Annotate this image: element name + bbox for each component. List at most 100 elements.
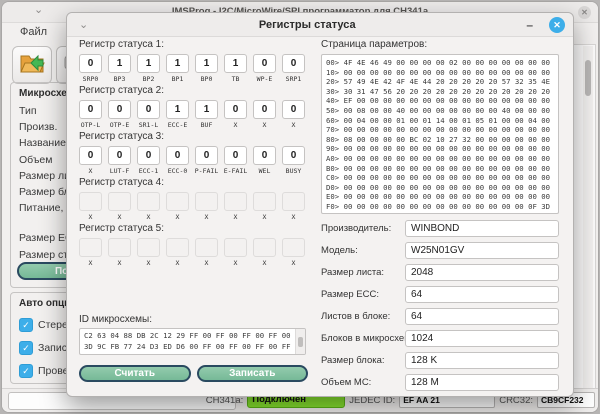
register-bit-box[interactable]: 0 (137, 146, 160, 165)
register-bit-box[interactable]: 0 (195, 146, 218, 165)
param-page-row-12: C0> 00 00 00 00 00 00 00 00 00 00 00 00 … (326, 173, 558, 183)
page-size-row: Размер листа:2048 (321, 264, 559, 281)
block-size-field[interactable]: 128 K (405, 352, 559, 369)
register-bit-box[interactable]: 0 (166, 146, 189, 165)
register-bit-box[interactable]: 0 (108, 100, 131, 119)
blocks-per-chip-field[interactable]: 1024 (405, 330, 559, 347)
register-bit-box[interactable]: 0 (224, 100, 247, 119)
scrollbar-handle[interactable] (298, 337, 303, 347)
register-bit-cell: 0BUSY (282, 146, 305, 175)
register-bit-box[interactable]: 0 (224, 146, 247, 165)
param-page-row-0: 00> 4F 4E 46 49 00 00 00 00 02 00 00 00 … (326, 58, 558, 68)
dialog-menu-chevron-icon[interactable]: ⌄ (79, 18, 88, 31)
register-label: Регистр статуса 2: (79, 85, 315, 97)
pages-per-block-field[interactable]: 64 (405, 308, 559, 325)
write-button[interactable]: Записать (197, 365, 309, 382)
register-bit-box[interactable] (108, 192, 131, 211)
minimize-icon[interactable]: – (526, 18, 533, 32)
register-bit-name: ECC-0 (168, 167, 188, 175)
register-bit-name: X (118, 259, 122, 267)
chip-id-scrollbar[interactable] (295, 329, 305, 354)
register-bit-box[interactable]: 1 (224, 54, 247, 73)
register-bit-box[interactable]: 1 (108, 54, 131, 73)
scrollbar-handle[interactable] (585, 60, 591, 96)
close-icon[interactable]: ✕ (549, 17, 565, 33)
param-page-textarea[interactable]: 00> 4F 4E 46 49 00 00 00 00 02 00 00 00 … (321, 54, 559, 214)
hex-editor-scrollbar[interactable] (583, 46, 593, 390)
register-bit-box[interactable] (282, 192, 305, 211)
register-bit-box[interactable] (224, 238, 247, 257)
register-bit-box[interactable]: 0 (282, 146, 305, 165)
register-bit-name: SRP0 (83, 75, 99, 83)
menu-item-0[interactable]: Файл (10, 24, 57, 40)
register-bit-box[interactable] (195, 238, 218, 257)
checkbox-checked-icon[interactable]: ✓ (19, 364, 33, 378)
register-bit-cell: 1BP3 (108, 54, 131, 83)
manufacturer-row: Производитель:WINBOND (321, 220, 559, 237)
checkbox-checked-icon[interactable]: ✓ (19, 318, 33, 332)
main-close-icon[interactable]: ✕ (578, 6, 591, 19)
param-page-row-7: 70> 00 00 00 00 00 00 00 00 00 00 00 00 … (326, 125, 558, 135)
register-bit-name: SRP1 (286, 75, 302, 83)
ecc-size-field[interactable]: 64 (405, 286, 559, 303)
register-bit-box[interactable]: 0 (79, 100, 102, 119)
register-bit-box[interactable] (79, 192, 102, 211)
register-bit-box[interactable]: 0 (79, 146, 102, 165)
register-bit-cell: 0X (253, 100, 276, 129)
register-bit-name: OTP-L (81, 121, 101, 129)
model-field[interactable]: W25N01GV (405, 242, 559, 259)
ecc-size-label: Размер ECC: (321, 289, 405, 300)
chip-id-textarea[interactable]: C2 63 04 88 DB 2C 12 29 FF 00 FF 00 FF 0… (79, 328, 306, 355)
register-bit-cell: X (79, 238, 102, 267)
register-bit-cell: X (137, 238, 160, 267)
register-bit-cell: X (166, 192, 189, 221)
register-bit-box[interactable] (166, 238, 189, 257)
register-bit-cell: X (224, 238, 247, 267)
status-register-section-1: Регистр статуса 1:0SRP01BP31BP21BP11BP01… (79, 39, 315, 83)
register-bit-box[interactable]: 1 (195, 100, 218, 119)
status-register-section-4: Регистр статуса 4:XXXXXXXX (79, 177, 315, 221)
param-page-row-4: 40> EF 00 00 00 00 00 00 00 00 00 00 00 … (326, 96, 558, 106)
register-bit-cell: X (108, 238, 131, 267)
register-bit-box[interactable]: 0 (137, 100, 160, 119)
param-page-row-5: 50> 00 08 00 00 40 00 00 00 00 00 00 00 … (326, 106, 558, 116)
register-bit-box[interactable]: 0 (253, 54, 276, 73)
register-bit-name: X (234, 213, 238, 221)
status-register-section-3: Регистр статуса 3:0X0LUT-F0ECC-10ECC-00P… (79, 131, 315, 175)
page-size-field[interactable]: 2048 (405, 264, 559, 281)
register-bit-box[interactable] (253, 192, 276, 211)
manufacturer-field[interactable]: WINBOND (405, 220, 559, 237)
chip-volume-field[interactable]: 128 M (405, 374, 559, 391)
screen: ⌄ IMSProg - I2C/MicroWire/SPI программат… (0, 0, 600, 414)
register-bit-box[interactable] (253, 238, 276, 257)
register-bit-box[interactable] (137, 238, 160, 257)
block-size-row: Размер блока:128 K (321, 352, 559, 369)
register-bit-box[interactable] (79, 238, 102, 257)
register-bit-name: X (89, 259, 93, 267)
register-bit-name: ECC-1 (139, 167, 159, 175)
register-bit-box[interactable]: 1 (137, 54, 160, 73)
register-bit-box[interactable] (195, 192, 218, 211)
checkbox-checked-icon[interactable]: ✓ (19, 341, 33, 355)
register-bit-box[interactable] (282, 238, 305, 257)
register-bit-box[interactable] (166, 192, 189, 211)
register-bit-box[interactable] (224, 192, 247, 211)
register-bit-box[interactable]: 0 (282, 54, 305, 73)
register-bit-box[interactable] (108, 238, 131, 257)
open-file-button[interactable] (12, 46, 52, 84)
param-page-label: Страница параметров: (321, 39, 559, 51)
register-bit-name: P-FAIL (195, 167, 218, 175)
register-bit-box[interactable]: 0 (79, 54, 102, 73)
register-bit-box[interactable]: 1 (166, 54, 189, 73)
register-bit-box[interactable]: 0 (253, 146, 276, 165)
register-bit-box[interactable]: 1 (195, 54, 218, 73)
register-bit-box[interactable]: 1 (166, 100, 189, 119)
register-bit-box[interactable]: 0 (253, 100, 276, 119)
registers-column: Регистр статуса 1:0SRP01BP31BP21BP11BP01… (79, 39, 315, 382)
register-bit-box[interactable] (137, 192, 160, 211)
read-button[interactable]: Считать (79, 365, 191, 382)
register-bit-box[interactable]: 0 (108, 146, 131, 165)
chip-info-fields: Производитель:WINBONDМодель:W25N01GVРазм… (321, 220, 559, 391)
register-bit-box[interactable]: 0 (282, 100, 305, 119)
registers-container: Регистр статуса 1:0SRP01BP31BP21BP11BP01… (79, 39, 315, 267)
